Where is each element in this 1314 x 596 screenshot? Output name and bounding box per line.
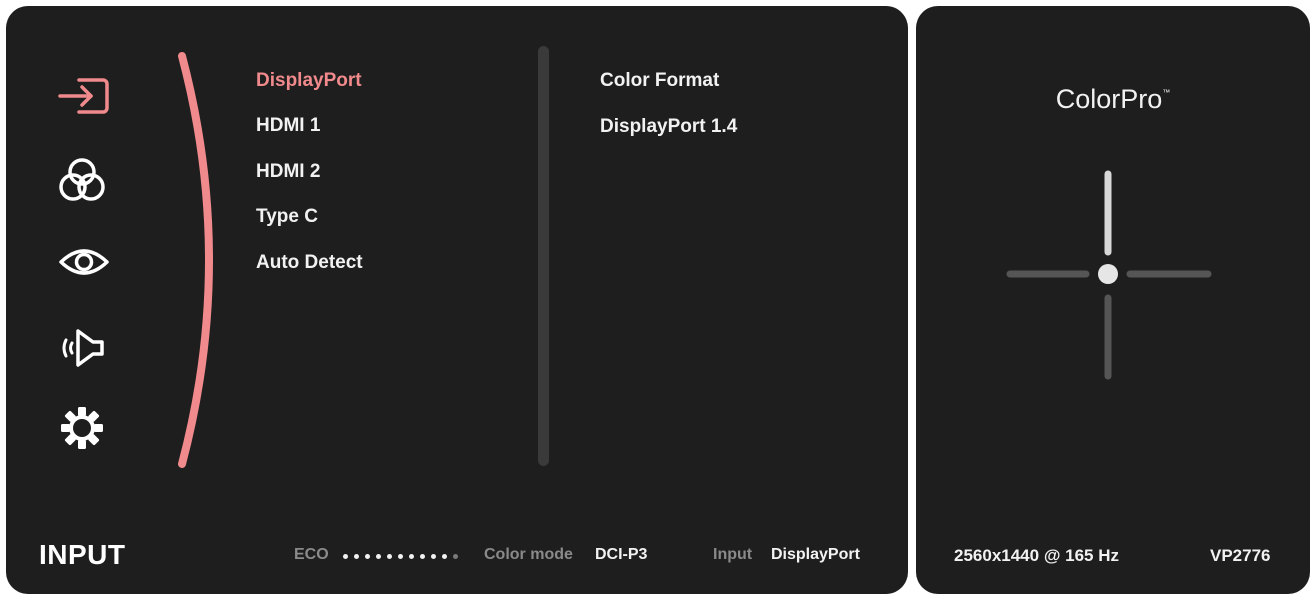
eco-level-dot — [343, 554, 348, 559]
eco-level-dot — [409, 554, 414, 559]
eco-level-dot — [420, 554, 425, 559]
eco-level-dot — [365, 554, 370, 559]
eco-level-dot — [398, 554, 403, 559]
color-mode-value: DCI-P3 — [595, 546, 648, 563]
eye-view-icon[interactable] — [56, 234, 112, 290]
color-adjust-icon[interactable] — [54, 152, 110, 208]
eco-level-dot — [431, 554, 436, 559]
menu-item-displayport[interactable]: DisplayPort — [256, 70, 362, 92]
setup-gear-icon[interactable] — [54, 400, 110, 456]
input-label: Input — [713, 546, 753, 563]
osd-info-panel: ColorPro™ 2560x1440 @ 165 Hz VP2776 — [916, 6, 1310, 594]
menu-item-hdmi2[interactable]: HDMI 2 — [256, 161, 320, 183]
eco-level-dot — [354, 554, 359, 559]
eco-level-dot — [442, 554, 447, 559]
menu-item-type-c[interactable]: Type C — [256, 206, 318, 228]
menu-title: INPUT — [39, 539, 126, 570]
submenu-title[interactable]: Color Format — [600, 70, 719, 92]
osd-main-panel: DisplayPort HDMI 1 HDMI 2 Type C Auto De… — [6, 6, 908, 594]
resolution-readout: 2560x1440 @ 165 Hz — [954, 546, 1119, 565]
menu-item-hdmi1[interactable]: HDMI 1 — [256, 115, 320, 137]
menu-arc-indicator — [178, 52, 213, 468]
menu-divider-scrollbar — [538, 46, 549, 466]
audio-icon[interactable] — [56, 320, 112, 376]
eco-level-dot — [376, 554, 381, 559]
eco-label: ECO — [294, 546, 329, 563]
model-name: VP2776 — [1210, 546, 1271, 565]
trademark-symbol: ™ — [1162, 88, 1171, 97]
brand-name: ColorPro — [1055, 84, 1163, 114]
eco-level-indicator — [343, 554, 458, 559]
color-mode-label: Color mode — [484, 546, 573, 563]
submenu-value[interactable]: DisplayPort 1.4 — [600, 116, 737, 138]
eco-level-dot — [453, 554, 458, 559]
input-value: DisplayPort — [771, 546, 860, 563]
menu-item-auto-detect[interactable]: Auto Detect — [256, 252, 363, 274]
eco-level-dot — [387, 554, 392, 559]
joystick-navigation-icon — [1006, 170, 1212, 380]
brand-logo: ColorPro™ — [916, 84, 1310, 115]
input-icon[interactable] — [56, 68, 112, 124]
